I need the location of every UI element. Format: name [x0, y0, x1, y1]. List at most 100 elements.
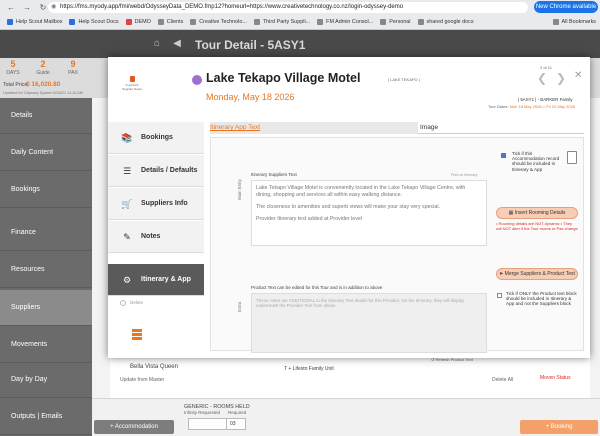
supplier-color-dot — [192, 75, 202, 85]
home-icon[interactable]: ⌂ — [150, 38, 164, 50]
stat-guide: 2 Guide — [30, 58, 56, 76]
supplier-notes-logo[interactable]: Important Supplier Notes — [122, 76, 142, 91]
main-entry-label: Main Entry — [237, 179, 242, 200]
modal-nav-suppliers-info[interactable]: 🛒 Suppliers Info — [108, 188, 204, 220]
stat-value: 5 — [10, 59, 16, 69]
folder-icon — [317, 19, 324, 25]
folder-icon — [552, 19, 559, 25]
reload-icon[interactable]: ↻ — [38, 3, 48, 13]
bookmark-icon — [69, 19, 76, 25]
tour-family: | 5ASY1 | - BARKER Family — [518, 97, 573, 102]
required-label: Required — [228, 410, 247, 415]
sidebar-item-day-by-day[interactable]: Day by Day — [0, 362, 92, 398]
bookmark-help-scout-mailbox[interactable]: Help Scout Mailbox — [7, 19, 62, 25]
bookmark-shared-google-docs[interactable]: shared google docs — [417, 19, 474, 25]
merge-suppliers-button[interactable]: ➤ Merge Suppliers & Product Text — [496, 268, 578, 280]
delete-button[interactable]: Delete — [120, 300, 143, 306]
bookmark-third-party[interactable]: Third Party Suppli... — [253, 19, 310, 25]
brand-logo — [132, 329, 142, 341]
rooming-note: • Rooming details are NOT dynamic • They… — [496, 221, 578, 231]
content-tabs: Itinerary App Text Image — [210, 122, 584, 134]
folder-icon — [157, 19, 164, 25]
modal-nav-bookings[interactable]: 📚 Bookings — [108, 122, 204, 154]
bookmark-clients[interactable]: Clients — [157, 19, 183, 25]
delete-label: Delete — [130, 300, 144, 306]
additional-text-field[interactable]: These notes are ADDITIONAL to the Itiner… — [251, 293, 487, 353]
include-itinerary-checkbox[interactable] — [501, 153, 506, 158]
tab-itinerary-app-text[interactable]: Itinerary App Text — [210, 122, 418, 134]
modal-nav: 📚 Bookings ☰ Details / Defaults 🛒 Suppli… — [108, 122, 204, 358]
product-only-checkbox[interactable] — [497, 293, 502, 298]
delete-icon — [120, 300, 126, 306]
qty-select[interactable]: 03 — [226, 418, 246, 430]
update-from-master[interactable]: Update from Master — [120, 377, 164, 383]
stat-label: Guide — [36, 70, 50, 76]
all-bookmarks[interactable]: All Bookmarks — [552, 19, 596, 25]
notes-icon: ✎ — [123, 231, 131, 242]
prev-arrow-icon[interactable]: ❮ — [537, 71, 547, 85]
insert-rooming-label: Insert Rooming Details — [514, 210, 566, 216]
infinity-requested-label: Infinity Requested — [184, 410, 221, 415]
sidebar-item-resources[interactable]: Resources — [0, 252, 92, 288]
supplier-name: Lake Tekapo Village Motel — [206, 71, 361, 85]
itinerary-doc-icon — [567, 151, 577, 164]
folder-icon — [417, 19, 424, 25]
bookmark-creative-technology[interactable]: Creative Technolo... — [190, 19, 247, 25]
next-arrow-icon[interactable]: ❯ — [556, 71, 566, 85]
bookmark-help-scout-docs[interactable]: Help Scout Docs — [69, 19, 119, 25]
suppliers-text-field[interactable]: Lake Tekapo Village Motel is convenientl… — [251, 180, 487, 246]
back-arrow-icon[interactable]: ◀ — [170, 38, 184, 50]
modal-nav-details[interactable]: ☰ Details / Defaults — [108, 155, 204, 187]
forward-icon[interactable]: → — [22, 3, 32, 13]
moven-status: Moven Status — [540, 375, 571, 381]
browser-chrome: ← → ↻ ◉ https://fms.myody.app/fmi/webd/O… — [0, 0, 600, 30]
back-icon[interactable]: ← — [6, 3, 16, 13]
sidebar-item-finance[interactable]: Finance — [0, 215, 92, 251]
alert-icon — [129, 76, 135, 82]
sidebar-item-bookings[interactable]: Bookings — [0, 172, 92, 208]
tour-dates-value: Mon 18 May 2026 > Fri 22 May 2026 — [509, 104, 576, 109]
stat-value: 2 — [40, 59, 46, 69]
folder-icon — [380, 19, 387, 25]
nav-label: Itinerary & App — [141, 276, 191, 283]
print-on-itinerary-label: Print on Itinerary — [451, 173, 478, 177]
modal-nav-itinerary-app[interactable]: ⚙ Itinerary & App — [108, 264, 204, 296]
total-price-label: Total Price — [3, 82, 28, 88]
rooms-select[interactable] — [188, 418, 228, 430]
site-info-icon[interactable]: ◉ — [51, 2, 56, 13]
address-bar[interactable]: ◉ https://fms.myody.app/fmi/webd/Odyssey… — [48, 2, 528, 13]
logo-text: Important Supplier Notes — [122, 83, 142, 91]
add-booking-button[interactable]: + Booking — [520, 420, 598, 434]
sidebar-item-movements[interactable]: Movements — [0, 327, 92, 363]
supplier-modal: Important Supplier Notes Lake Tekapo Vil… — [108, 57, 590, 362]
bookmark-personal[interactable]: Personal — [380, 19, 411, 25]
add-accommodation-button[interactable]: + Accommodation — [94, 420, 174, 434]
text-paragraph: Provider Itinerary text added at Provide… — [256, 216, 362, 222]
text-paragraph: Lake Tekapo Village Motel is convenientl… — [256, 185, 466, 198]
modal-nav-notes[interactable]: ✎ Notes — [108, 221, 204, 253]
nav-label: Suppliers Info — [141, 200, 188, 207]
refresh-product-text-button[interactable]: ↺ Refresh Product Text — [431, 357, 473, 362]
bookmark-fm-admin[interactable]: FM Admin Consol... — [317, 19, 373, 25]
stat-label: PAX — [68, 70, 78, 76]
new-chrome-button[interactable]: New Chrome available — [534, 1, 598, 13]
stat-pax: 9 PAX — [60, 58, 86, 76]
close-icon[interactable]: ✕ — [574, 70, 582, 81]
sidebar-item-daily-content[interactable]: Daily Content — [0, 135, 92, 171]
bookmark-demo[interactable]: DEMO — [125, 19, 151, 25]
insert-rooming-button[interactable]: ▦ Insert Rooming Details — [496, 207, 578, 219]
suppliers-text-title: Itinerary Suppliers Text — [251, 172, 297, 177]
stat-label: DAYS — [6, 70, 20, 76]
delete-all-button[interactable]: Delete All — [492, 377, 513, 383]
include-itinerary-text: Tick if this Accommodation record should… — [512, 151, 560, 172]
behind-room-name: T + Lifestn Family Unit — [284, 366, 334, 372]
right-panel: Tick if this Accommodation record should… — [492, 137, 584, 351]
record-pager: 2 of 11 — [540, 65, 552, 70]
itinerary-icon: ⚙ — [122, 274, 132, 285]
sidebar-item-details[interactable]: Details — [0, 98, 92, 134]
additional-text-title: Product Text can be edited for this Tour… — [251, 285, 383, 290]
sidebar-item-suppliers[interactable]: Suppliers — [0, 290, 92, 326]
stat-days: 5 DAYS — [0, 58, 26, 76]
sidebar-item-outputs-emails[interactable]: Outputs | Emails — [0, 399, 92, 435]
tab-image[interactable]: Image — [420, 122, 438, 134]
